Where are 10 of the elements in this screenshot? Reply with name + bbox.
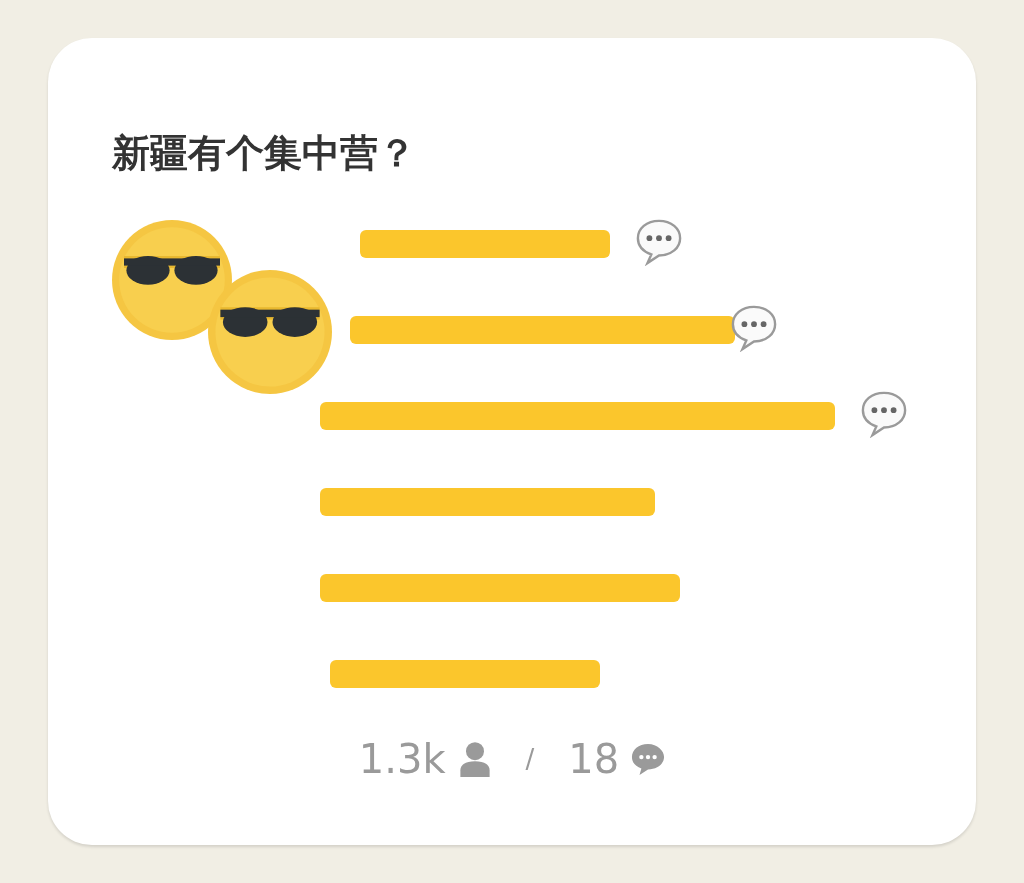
listener-count: 1.3k: [358, 736, 446, 782]
person-icon: [457, 741, 492, 777]
room-title: 新疆有个集中营？: [112, 134, 417, 172]
chat-bubble-icon: [860, 390, 908, 438]
chat-bubble-icon: [730, 304, 778, 352]
separator: /: [525, 744, 535, 774]
chat-bubble-icon: [631, 741, 666, 777]
room-card[interactable]: 新疆有个集中营？ 1.3k / 18: [48, 38, 976, 845]
chat-bubble-icon: [635, 218, 683, 266]
speaker-count: 18: [568, 736, 620, 782]
